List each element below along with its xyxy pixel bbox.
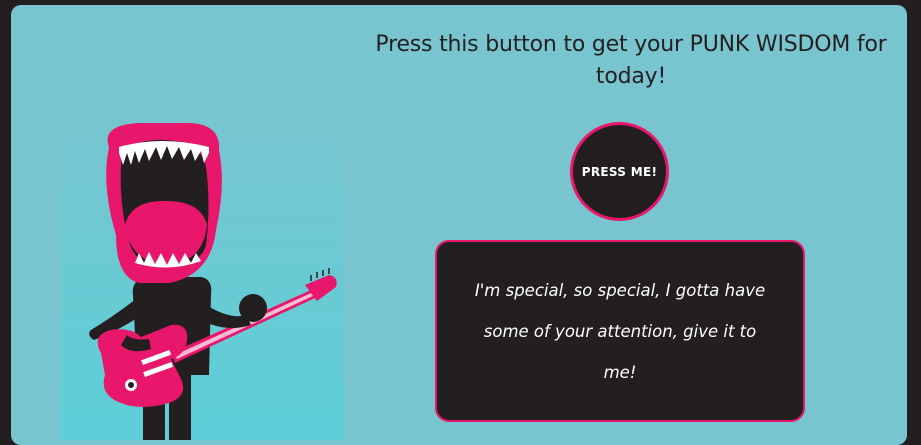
- punk-guitarist-illustration: [61, 105, 343, 440]
- wisdom-card: Press this button to get your PUNK WISDO…: [11, 5, 907, 445]
- press-me-button[interactable]: PRESS ME!: [570, 122, 669, 221]
- quote-text: I'm special, so special, I gotta have so…: [474, 280, 766, 382]
- page-heading: Press this button to get your PUNK WISDO…: [375, 32, 887, 89]
- quote-box: I'm special, so special, I gotta have so…: [435, 240, 805, 422]
